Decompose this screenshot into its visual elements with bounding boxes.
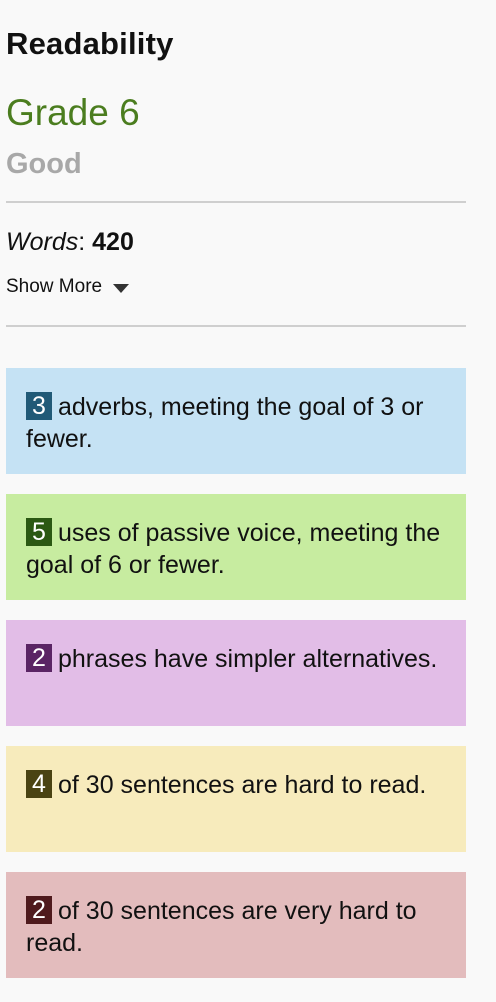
passive-voice-message: uses of passive voice, meeting the goal … (26, 519, 441, 579)
passive-voice-count-badge: 5 (26, 518, 52, 546)
show-more-toggle[interactable]: Show More (6, 276, 130, 298)
hard-sentences-message: of 30 sentences are hard to read. (58, 771, 427, 799)
hard-sentences-count-badge: 4 (26, 770, 52, 798)
simpler-phrases-card[interactable]: 2 phrases have simpler alternatives. (6, 620, 466, 726)
readability-rating: Good (6, 148, 82, 180)
caret-down-icon (113, 283, 130, 293)
simpler-phrases-message: phrases have simpler alternatives. (58, 645, 438, 673)
adverbs-card[interactable]: 3 adverbs, meeting the goal of 3 or fewer… (6, 368, 466, 474)
word-count-label: Words (6, 228, 79, 256)
grade-level: Grade 6 (6, 92, 140, 133)
simpler-phrases-count-badge: 2 (26, 644, 52, 672)
divider (6, 201, 466, 203)
word-count-value: 420 (92, 228, 134, 256)
adverbs-count-badge: 3 (26, 392, 52, 420)
passive-voice-card[interactable]: 5 uses of passive voice, meeting the goal… (6, 494, 466, 600)
show-more-label: Show More (6, 276, 103, 297)
adverbs-message: adverbs, meeting the goal of 3 or fewer. (26, 393, 424, 453)
word-count-separator: : (78, 228, 86, 256)
section-title: Readability (6, 26, 174, 61)
very-hard-sentences-message: of 30 sentences are very hard to read. (26, 897, 417, 957)
divider (6, 325, 466, 327)
hard-sentences-card[interactable]: 4 of 30 sentences are hard to read. (6, 746, 466, 852)
very-hard-sentences-count-badge: 2 (26, 896, 52, 924)
word-count: Words: 420 (6, 228, 134, 257)
very-hard-sentences-card[interactable]: 2 of 30 sentences are very hard to read. (6, 872, 466, 978)
